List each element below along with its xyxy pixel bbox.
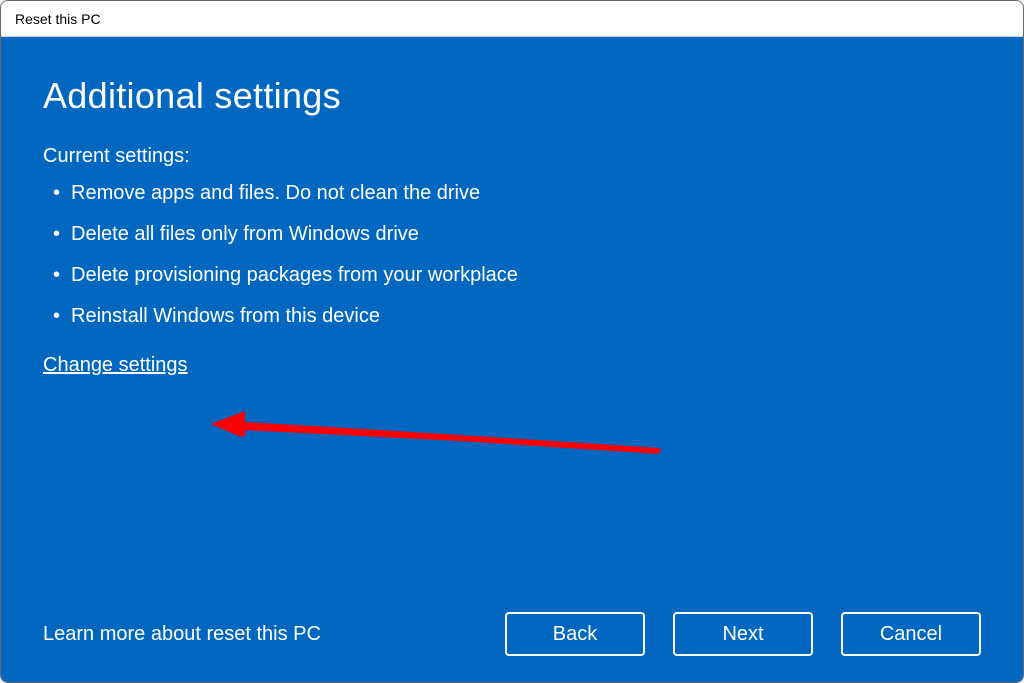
titlebar[interactable]: Reset this PC <box>1 1 1023 37</box>
cancel-button[interactable]: Cancel <box>841 612 981 656</box>
reset-pc-window: Reset this PC Additional settings Curren… <box>0 0 1024 683</box>
page-heading: Additional settings <box>43 75 981 117</box>
next-button[interactable]: Next <box>673 612 813 656</box>
settings-list: Remove apps and files. Do not clean the … <box>49 182 981 346</box>
annotation-arrow-icon <box>211 379 671 459</box>
learn-more-link[interactable]: Learn more about reset this PC <box>43 623 321 646</box>
footer: Learn more about reset this PC Back Next… <box>43 612 981 656</box>
back-button[interactable]: Back <box>505 612 645 656</box>
window-title: Reset this PC <box>15 11 101 27</box>
list-item: Delete all files only from Windows drive <box>49 223 981 246</box>
change-settings-link[interactable]: Change settings <box>43 354 188 377</box>
content-area: Additional settings Current settings: Re… <box>1 37 1023 682</box>
list-item: Delete provisioning packages from your w… <box>49 264 981 287</box>
button-row: Back Next Cancel <box>505 612 981 656</box>
current-settings-label: Current settings: <box>43 145 981 168</box>
list-item: Remove apps and files. Do not clean the … <box>49 182 981 205</box>
list-item: Reinstall Windows from this device <box>49 305 981 328</box>
